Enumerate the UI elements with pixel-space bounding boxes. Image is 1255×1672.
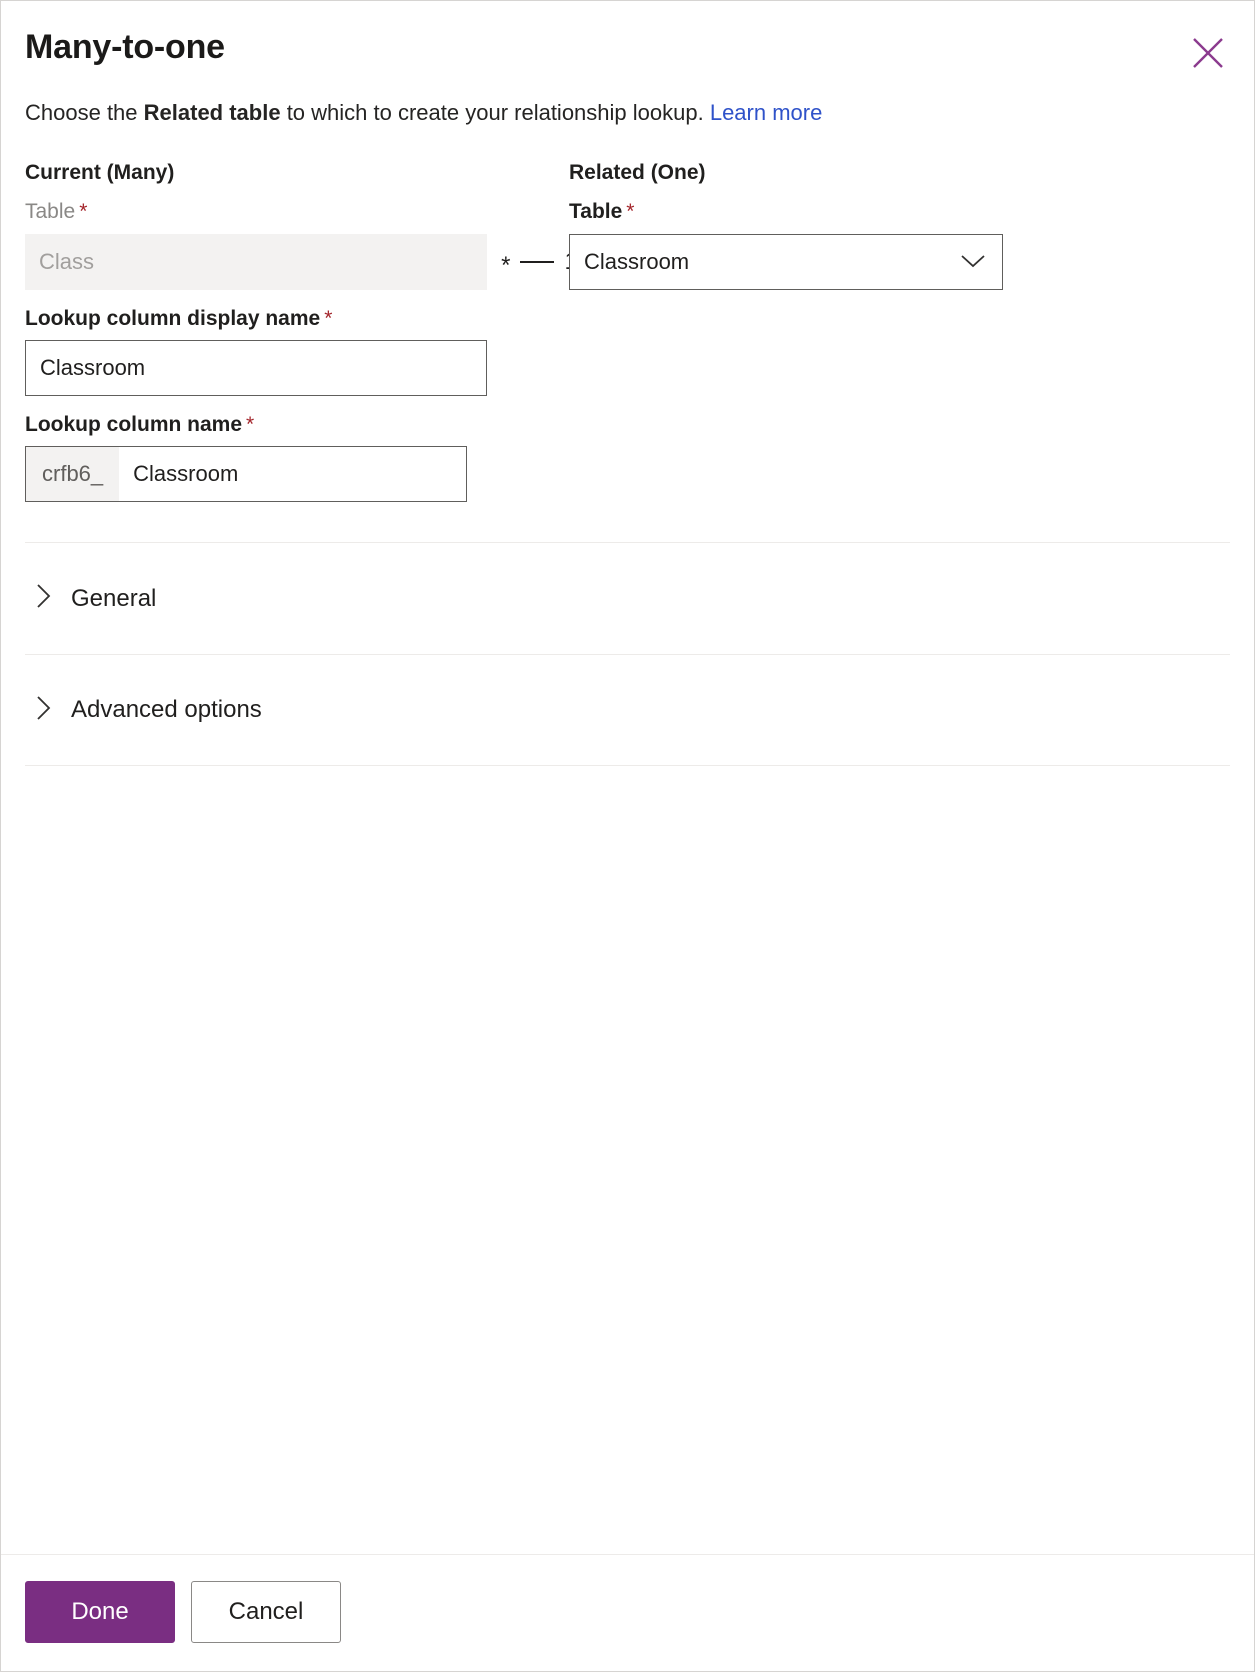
- cancel-button[interactable]: Cancel: [191, 1581, 341, 1643]
- many-to-one-dialog: Many-to-one Choose the Related table to …: [0, 0, 1255, 1672]
- section-general[interactable]: General: [25, 542, 1230, 654]
- chevron-right-icon: [35, 582, 53, 615]
- lookup-display-name-value: Classroom: [40, 354, 146, 380]
- current-many-heading: Current (Many): [25, 161, 175, 185]
- lookup-display-name-required: *: [324, 306, 333, 330]
- lookup-column-name-field: Lookup column name * crfb6_ Classroom: [25, 412, 569, 503]
- lookup-column-name-label: Lookup column name *: [25, 412, 569, 438]
- current-many-column: Current (Many) Table* Class * 1: [25, 161, 578, 503]
- current-table-value: Class: [39, 248, 95, 274]
- current-table-label: Table *: [25, 199, 569, 225]
- related-table-label-text: Table: [569, 200, 623, 224]
- current-table-input: Class: [25, 233, 487, 290]
- lookup-display-name-label: Lookup column display name *: [25, 306, 569, 332]
- related-one-heading: Related (One): [569, 161, 706, 185]
- close-button[interactable]: [1186, 31, 1230, 75]
- lookup-column-name-label-text: Lookup column name: [25, 412, 243, 436]
- section-advanced-options[interactable]: Advanced options: [25, 654, 1230, 767]
- section-general-label: General: [71, 584, 157, 612]
- dialog-footer: Done Cancel: [1, 1554, 1254, 1671]
- description-suffix: to which to create your relationship loo…: [280, 99, 710, 125]
- lookup-display-name-field: Lookup column display name * Classroom: [25, 306, 569, 396]
- chevron-right-icon: [35, 694, 53, 727]
- cardinality-many: *: [501, 251, 511, 279]
- current-table-required: *: [79, 200, 88, 224]
- lookup-column-name-prefix: crfb6_: [26, 447, 120, 502]
- lookup-display-name-label-text: Lookup column display name: [25, 306, 321, 330]
- lookup-display-name-input[interactable]: Classroom: [25, 339, 487, 396]
- description-prefix: Choose the: [25, 99, 144, 125]
- done-button[interactable]: Done: [25, 1581, 175, 1643]
- current-table-label-text: Table: [25, 200, 76, 224]
- related-table-value: Classroom: [584, 248, 690, 274]
- section-advanced-options-label: Advanced options: [71, 696, 262, 724]
- related-table-dropdown[interactable]: Classroom: [569, 233, 1003, 290]
- related-one-column: Related (One) Table * Classroom: [569, 161, 1230, 502]
- related-table-required: *: [626, 200, 635, 224]
- close-icon: [1190, 35, 1226, 71]
- lookup-column-name-required: *: [246, 412, 255, 436]
- current-table-row: Class * 1: [25, 233, 578, 290]
- lookup-column-name-value: Classroom: [133, 461, 239, 487]
- lookup-column-name-input[interactable]: crfb6_ Classroom: [25, 446, 467, 503]
- cardinality-line: [520, 260, 555, 263]
- dialog-description: Choose the Related table to which to cre…: [1, 68, 1254, 128]
- relationship-columns: Current (Many) Table* Class * 1: [25, 161, 1230, 503]
- collapsible-sections: General Advanced options: [25, 542, 1230, 767]
- related-table-label: Table *: [569, 199, 1230, 225]
- chevron-down-icon: [960, 249, 986, 275]
- description-bold: Related table: [143, 99, 281, 125]
- dialog-header: Many-to-one: [1, 1, 1254, 68]
- page-title: Many-to-one: [25, 28, 225, 66]
- learn-more-link[interactable]: Learn more: [710, 100, 823, 125]
- dialog-body: Current (Many) Table* Class * 1: [1, 127, 1254, 1554]
